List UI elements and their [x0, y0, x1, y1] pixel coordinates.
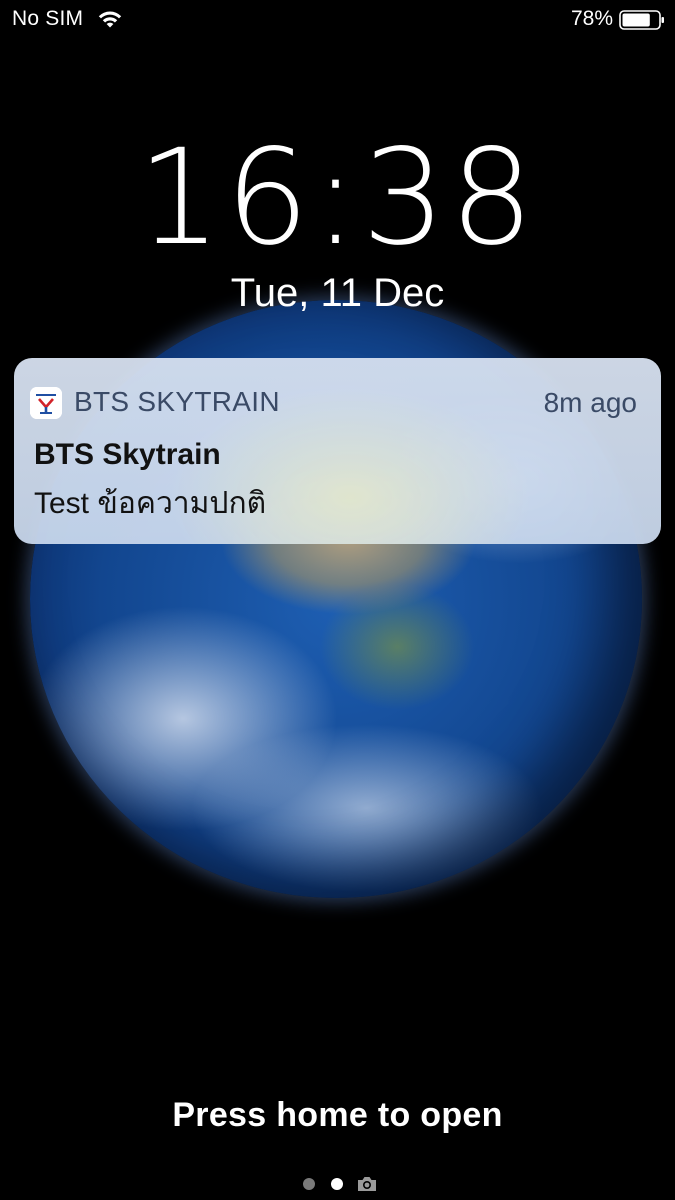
lock-screen-date: Tue, 11 Dec: [230, 271, 445, 315]
notification-card[interactable]: BTS SKYTRAIN 8m ago BTS Skytrain Test ข้…: [14, 358, 661, 544]
battery-percent: 78%: [570, 7, 613, 30]
carrier-label: No SIM: [12, 7, 84, 30]
notification-app-name: BTS SKYTRAIN: [74, 386, 280, 417]
page-dot: [303, 1178, 315, 1190]
battery-icon: [619, 10, 665, 30]
notification-header: BTS SKYTRAIN 8m ago: [14, 358, 661, 450]
notification-body: Test ข้อความปกติ: [34, 487, 267, 520]
camera-icon[interactable]: [356, 1175, 378, 1193]
lock-screen-clock: 16:38: [137, 121, 538, 275]
page-indicator[interactable]: [300, 1175, 380, 1193]
bts-app-icon: [30, 387, 62, 419]
status-bar: No SIM 78%: [0, 0, 675, 40]
unlock-hint: Press home to open: [172, 1096, 503, 1134]
page-dot-active: [331, 1178, 343, 1190]
notification-title: BTS Skytrain: [34, 438, 221, 471]
notification-time: 8m ago: [543, 387, 637, 418]
wifi-icon: [97, 9, 123, 29]
